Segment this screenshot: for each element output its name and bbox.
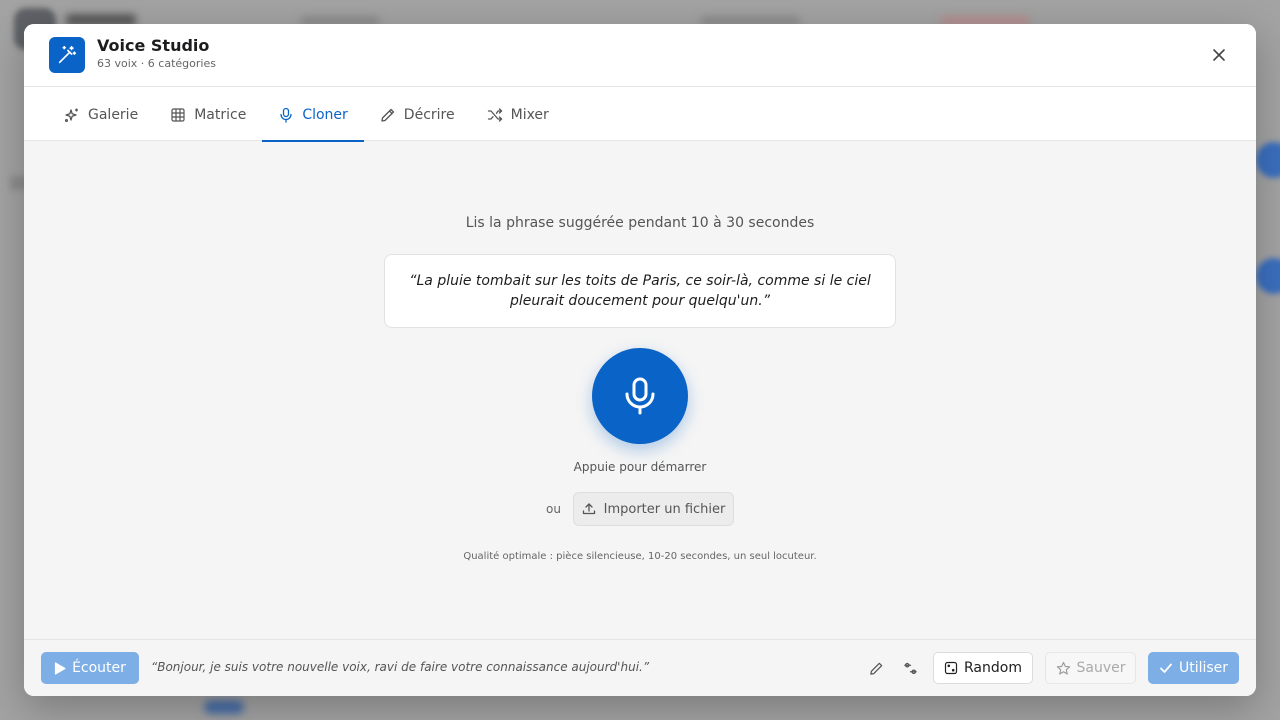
listen-label: Écouter: [72, 660, 126, 676]
listen-button[interactable]: Écouter: [41, 652, 139, 684]
sparkles-icon: [64, 108, 78, 123]
background-element: [1256, 258, 1280, 294]
use-button[interactable]: Utiliser: [1148, 652, 1239, 684]
star-icon: [1056, 661, 1070, 675]
tab-mixer[interactable]: Mixer: [471, 87, 565, 141]
sliders-icon: [903, 662, 917, 674]
grid-icon: [171, 108, 185, 122]
tab-matrice[interactable]: Matrice: [154, 87, 262, 141]
suggested-sentence: “La pluie tombait sur les toits de Paris…: [409, 273, 871, 309]
record-button[interactable]: [592, 348, 688, 444]
tab-label: Cloner: [302, 107, 348, 123]
mic-icon: [625, 377, 655, 415]
settings-button[interactable]: [898, 656, 922, 680]
tab-galerie[interactable]: Galerie: [48, 87, 154, 141]
tab-label: Mixer: [510, 107, 549, 123]
dialog-footer: Écouter “Bonjour, je suis votre nouvelle…: [24, 639, 1256, 696]
pencil-icon: [381, 108, 394, 122]
upload-icon: [582, 503, 595, 515]
shuffle-icon: [487, 108, 502, 122]
use-label: Utiliser: [1178, 660, 1229, 676]
close-icon: [1213, 49, 1225, 61]
edit-text-button[interactable]: [864, 656, 888, 680]
clone-instruction: Lis la phrase suggérée pendant 10 à 30 s…: [465, 215, 815, 231]
tab-label: Galerie: [88, 107, 139, 123]
tab-bar: Galerie Matrice Cloner Décrire Mixer: [24, 87, 1256, 142]
save-label: Sauver: [1076, 660, 1126, 676]
random-label: Random: [964, 660, 1022, 676]
pencil-icon: [869, 662, 882, 675]
suggested-sentence-card: “La pluie tombait sur les toits de Paris…: [384, 254, 896, 328]
random-button[interactable]: Random: [933, 652, 1033, 684]
background-element: [1256, 142, 1280, 178]
record-hint: Appuie pour démarrer: [573, 460, 707, 474]
app-subtitle: 63 voix · 6 catégories: [97, 57, 216, 70]
play-icon: [54, 661, 66, 675]
magic-wand-icon: [49, 37, 85, 73]
mic-icon: [280, 107, 292, 123]
save-button[interactable]: Sauver: [1045, 652, 1136, 684]
app-title: Voice Studio: [97, 36, 210, 55]
tab-label: Décrire: [403, 107, 455, 123]
clone-panel: Lis la phrase suggérée pendant 10 à 30 s…: [24, 142, 1256, 639]
background-element: [204, 700, 244, 714]
voice-studio-dialog: Voice Studio 63 voix · 6 catégories Gale…: [24, 24, 1256, 696]
dialog-header: Voice Studio 63 voix · 6 catégories: [24, 24, 1256, 87]
dice-icon: [944, 661, 958, 675]
close-button[interactable]: [1206, 42, 1232, 68]
import-file-button[interactable]: Importer un fichier: [573, 492, 734, 526]
tab-cloner[interactable]: Cloner: [262, 87, 365, 142]
import-label: Importer un fichier: [603, 501, 726, 517]
tab-label: Matrice: [194, 107, 247, 123]
quality-note: Qualité optimale : pièce silencieuse, 10…: [463, 551, 817, 562]
or-label: ou: [546, 502, 561, 516]
check-icon: [1160, 663, 1172, 673]
tab-decrire[interactable]: Décrire: [364, 87, 471, 141]
preview-sentence: “Bonjour, je suis votre nouvelle voix, r…: [151, 660, 650, 674]
